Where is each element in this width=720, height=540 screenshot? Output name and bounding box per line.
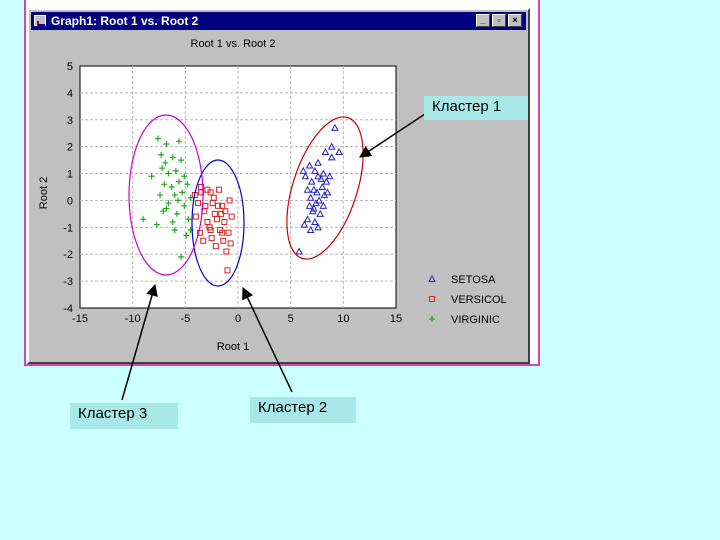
x-tick-label: -5 [180, 313, 190, 325]
y-tick-label: 5 [67, 61, 73, 73]
y-tick-label: 1 [67, 169, 73, 181]
y-axis-label: Root 2 [38, 177, 50, 209]
virginic-legend-marker [429, 316, 435, 322]
virginic-legend-label: VIRGINIC [451, 314, 500, 326]
y-tick-label: 3 [67, 115, 73, 127]
versicol-legend-label: VERSICOL [451, 294, 507, 306]
legend: SETOSA VERSICOL VIRGINIC [428, 274, 507, 326]
chart-canvas: -15 -10 -5 0 5 10 15-4-3-2-1012345 Root 1 vs. … [38, 38, 507, 401]
y-tick-label: 0 [67, 195, 73, 207]
x-tick-label: -15 [72, 313, 88, 325]
x-tick-label: 5 [288, 313, 294, 325]
cluster1-callout: Кластер 1 [424, 96, 528, 120]
setosa-legend-label: SETOSA [451, 274, 496, 286]
x-tick-label: -10 [125, 313, 141, 325]
chart-title: Root 1 vs. Root 2 [191, 38, 276, 50]
x-tick-label: 10 [337, 313, 349, 325]
y-tick-label: 4 [67, 88, 73, 100]
y-tick-label: 2 [67, 142, 73, 154]
y-tick-label: -3 [63, 276, 73, 288]
y-tick-label: -2 [63, 249, 73, 261]
x-axis-label: Root 1 [217, 341, 249, 353]
y-tick-label: -4 [63, 303, 73, 315]
x-tick-label: 15 [390, 313, 402, 325]
versicol-legend-marker [429, 296, 435, 302]
cluster3-callout: Кластер 3 [70, 403, 178, 429]
cluster2-callout: Кластер 2 [250, 397, 356, 423]
setosa-legend-marker [428, 274, 436, 282]
x-tick-label: 0 [235, 313, 241, 325]
y-tick-label: -1 [63, 222, 73, 234]
